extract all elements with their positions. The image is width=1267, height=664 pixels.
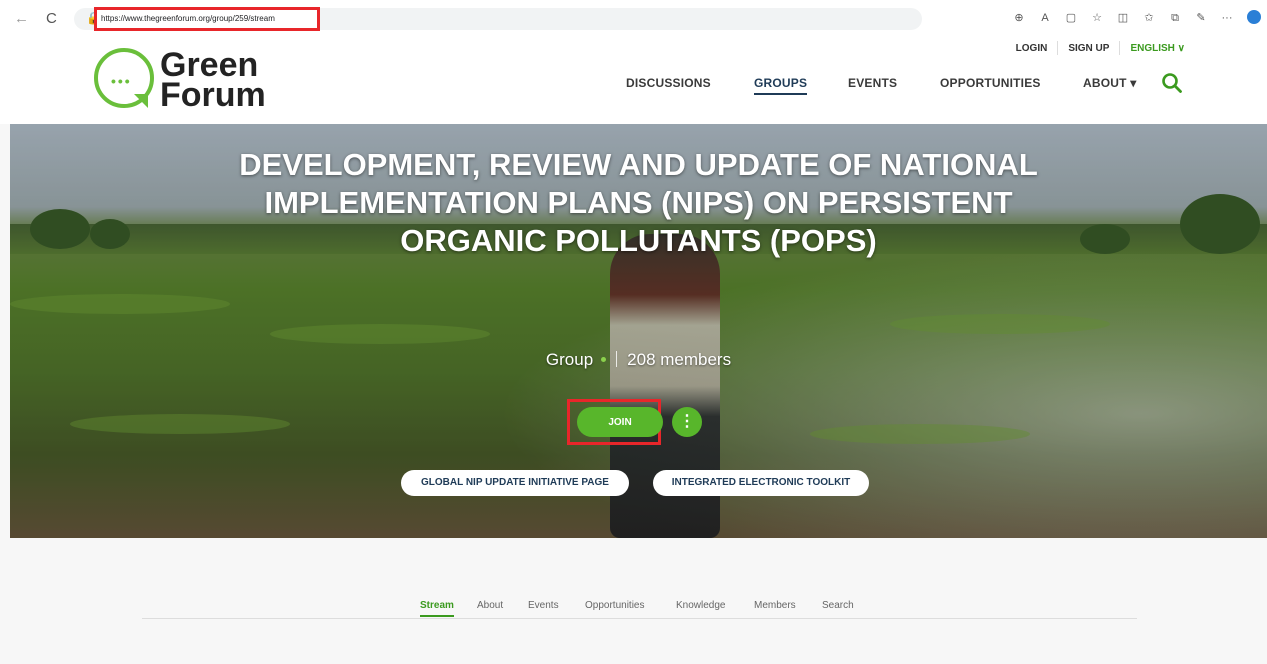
more-options-button[interactable]: ⋮ [672,407,702,437]
group-type-label: Group [545,350,594,369]
divider [1119,41,1121,55]
login-link[interactable]: LOGIN [1016,43,1048,54]
nav-about[interactable]: ABOUT ▾ [1083,76,1136,90]
global-nip-update-link[interactable]: GLOBAL NIP UPDATE INITIATIVE PAGE [401,470,629,496]
extensions-icon[interactable]: ✎ [1195,10,1207,26]
collections-icon[interactable]: ⧉ [1169,10,1181,26]
back-icon[interactable]: ← [14,10,29,28]
nav-events[interactable]: EVENTS [848,76,897,90]
url-text[interactable]: https://www.thegreenforum.org/group/259/… [94,7,320,31]
tab-members[interactable]: Members [754,600,796,611]
read-aloud-icon[interactable]: A [1039,10,1051,26]
divider [616,351,618,367]
zoom-icon[interactable]: ⊕ [1013,10,1025,26]
browser-tools: ⊕ A ▢ ☆ ◫ ✩ ⧉ ✎ ··· [1013,10,1261,26]
tab-stream[interactable]: Stream [420,600,454,617]
edge-copilot-icon[interactable] [1247,10,1261,24]
integrated-toolkit-link[interactable]: INTEGRATED ELECTRONIC TOOLKIT [653,470,869,496]
tab-search[interactable]: Search [822,600,854,611]
address-bar[interactable]: 🔒 https://www.thegreenforum.org/group/25… [74,7,922,31]
favorite-star-icon[interactable]: ☆ [1091,10,1103,26]
divider [1057,41,1059,55]
tab-about[interactable]: About [477,600,503,611]
signup-link[interactable]: SIGN UP [1068,43,1109,54]
search-icon[interactable] [1161,72,1183,94]
favorites-icon[interactable]: ✩ [1143,10,1155,26]
reload-icon[interactable]: C [46,10,57,28]
status-dot-icon [601,357,607,362]
reader-icon[interactable]: ▢ [1065,10,1077,26]
more-menu-icon[interactable]: ··· [1221,10,1233,26]
member-count[interactable]: 208 members [627,350,731,369]
join-button[interactable]: JOIN [577,407,663,437]
main-nav: DISCUSSIONS GROUPS EVENTS OPPORTUNITIES … [0,76,1267,98]
nav-opportunities[interactable]: OPPORTUNITIES [940,76,1041,90]
top-links: LOGIN SIGN UP ENGLISH ∨ [1016,41,1185,55]
group-title: DEVELOPMENT, REVIEW AND UPDATE OF NATION… [239,147,1038,258]
browser-toolbar: ← C 🔒 https://www.thegreenforum.org/grou… [0,0,1267,38]
group-tabs: Stream About Events Opportunities Knowle… [142,598,1137,619]
nav-groups[interactable]: GROUPS [754,76,808,95]
tab-knowledge[interactable]: Knowledge [676,600,725,611]
tab-opportunities[interactable]: Opportunities [585,600,644,611]
group-hero-banner: DEVELOPMENT, REVIEW AND UPDATE OF NATION… [10,124,1267,538]
language-selector[interactable]: ENGLISH ∨ [1130,43,1185,54]
split-screen-icon[interactable]: ◫ [1117,10,1129,26]
tab-events[interactable]: Events [528,600,559,611]
nav-discussions[interactable]: DISCUSSIONS [626,76,711,90]
group-meta: Group 208 members [10,350,1267,370]
site-header: ••• Green Forum LOGIN SIGN UP ENGLISH ∨ … [0,38,1267,124]
join-highlight-box: JOIN [567,399,663,445]
